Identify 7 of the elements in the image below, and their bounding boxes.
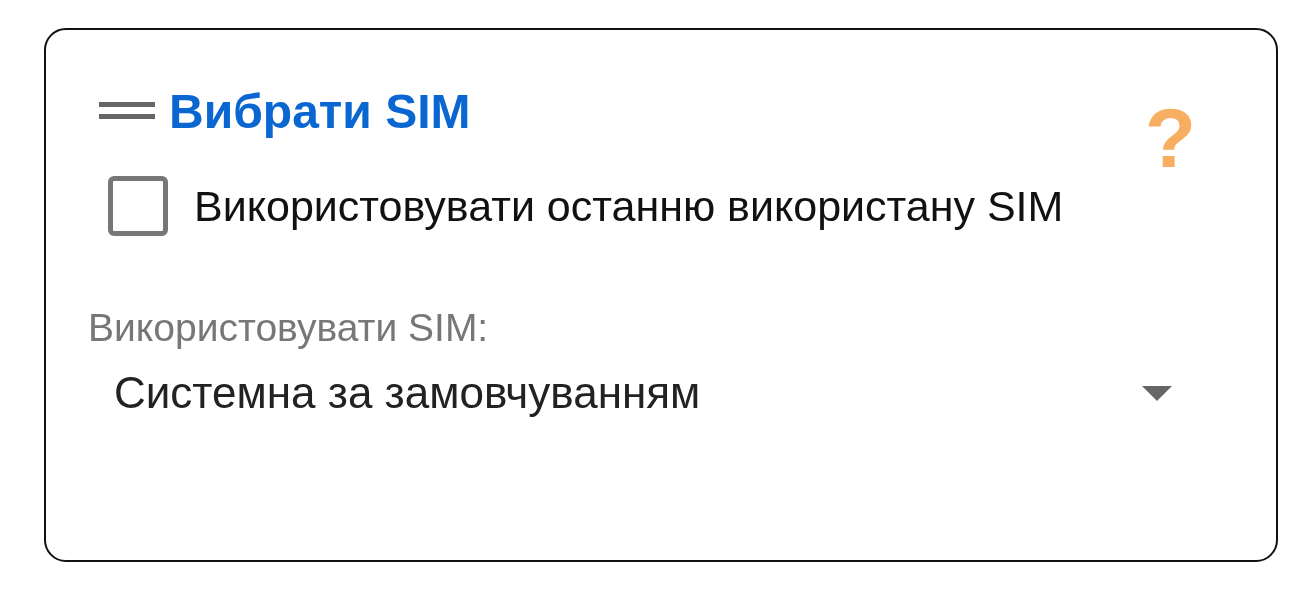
- checkbox[interactable]: [108, 176, 168, 236]
- dialog-title: Вибрати SIM: [169, 88, 471, 136]
- drag-handle-icon[interactable]: [99, 102, 155, 120]
- dropdown-caret-icon: [1142, 385, 1172, 401]
- sim-dropdown[interactable]: Системна за замовчуванням: [88, 368, 1196, 418]
- field-label: Використовувати SIM:: [88, 306, 490, 350]
- checkbox-label[interactable]: Використовувати останню використану SIM: [194, 181, 1064, 231]
